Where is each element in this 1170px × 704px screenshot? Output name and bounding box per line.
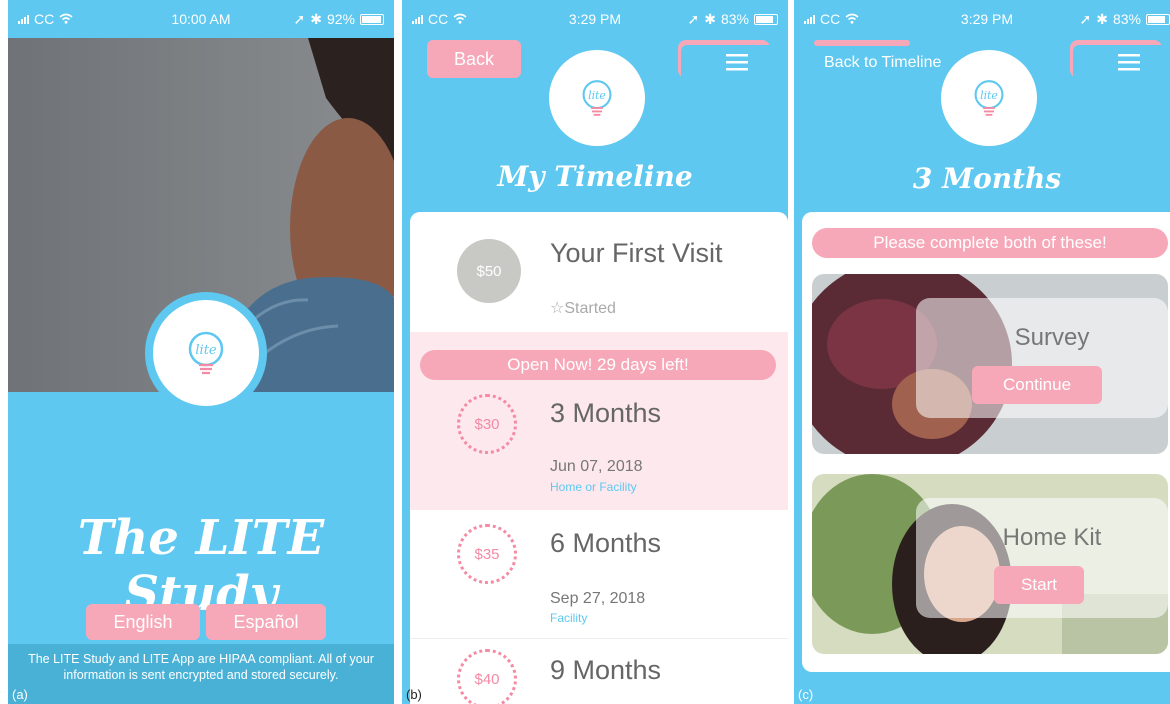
signal-icon (804, 14, 815, 24)
battery-percent: 83% (720, 11, 749, 27)
status-bar: CC 3:29 PM ➚ ✱ 83% (402, 0, 788, 38)
continue-button[interactable]: Continue (972, 366, 1102, 404)
battery-icon (1145, 13, 1170, 25)
clock: 10:00 AM (171, 11, 231, 27)
timeline-item-first-visit[interactable]: $50 Your First Visit ☆Started (410, 212, 788, 332)
checkpoint-screen: CC 3:29 PM ➚ ✱ 83% lite Back to Timeline… (794, 0, 1170, 704)
lite-logo: lite (549, 50, 645, 146)
home-kit-task-card[interactable]: Home Kit Start (812, 474, 1168, 654)
survey-task-card[interactable]: Survey Continue (812, 274, 1168, 454)
app-title: The LITE Study (77, 510, 325, 622)
status-bar: CC 3:29 PM ➚ ✱ 83% (794, 0, 1170, 38)
lite-logo: lite (941, 50, 1037, 146)
battery-icon (359, 13, 384, 25)
lightbulb-icon: lite (974, 80, 1004, 116)
bluetooth-icon: ✱ (1096, 10, 1108, 27)
menu-button[interactable] (678, 40, 770, 78)
carrier-label: CC (34, 11, 55, 27)
back-to-timeline-button[interactable]: Back to Timeline (824, 54, 941, 72)
battery-percent: 92% (326, 11, 355, 27)
home-kit-title: Home Kit (1002, 524, 1102, 551)
logo-wordmark: lite (588, 89, 606, 102)
lightbulb-icon: lite (582, 80, 612, 116)
item-title: Your First Visit (550, 238, 723, 268)
item-location: Home or Facility (550, 480, 637, 494)
clock: 3:29 PM (960, 11, 1014, 27)
task-list: Please complete both of these! Survey Co… (802, 212, 1170, 672)
location-icon: ➚ (687, 10, 700, 27)
item-status: ☆Started (550, 300, 616, 317)
signal-icon (18, 14, 29, 24)
open-now-banner: Open Now! 29 days left! (420, 350, 776, 380)
wifi-icon (845, 11, 859, 27)
clock: 3:29 PM (568, 11, 622, 27)
language-screen: CC 10:00 AM ➚ ✱ 92% lite The LITE Study … (8, 0, 394, 704)
hipaa-disclaimer: The LITE Study and LITE App are HIPAA co… (8, 644, 394, 704)
wifi-icon (59, 11, 73, 27)
signal-icon (412, 14, 423, 24)
logo-wordmark: lite (195, 343, 217, 358)
hamburger-icon (726, 54, 748, 71)
item-date: Sep 27, 2018 (550, 590, 646, 607)
carrier-label: CC (820, 11, 841, 27)
lite-logo: lite (145, 292, 267, 414)
reward-coin: $35 (457, 524, 517, 584)
page-title: My Timeline (497, 160, 693, 193)
carrier-label: CC (428, 11, 449, 27)
menu-button[interactable] (1070, 40, 1162, 78)
timeline-item-9-months[interactable]: $40 9 Months (410, 639, 788, 704)
timeline-item-3-months[interactable]: Open Now! 29 days left! $30 3 Months Jun… (410, 332, 788, 510)
survey-title: Survey (1014, 324, 1090, 351)
battery-icon (753, 13, 778, 25)
item-location: Facility (550, 611, 588, 625)
reward-coin: $40 (457, 649, 517, 704)
location-icon: ➚ (1079, 10, 1092, 27)
reward-coin: $30 (457, 394, 517, 454)
location-icon: ➚ (293, 10, 306, 27)
start-button[interactable]: Start (994, 566, 1084, 604)
panel-label: (c) (798, 687, 814, 702)
item-title: 9 Months (550, 655, 662, 685)
english-button[interactable]: English (86, 604, 200, 640)
espanol-button[interactable]: Español (206, 604, 326, 640)
bluetooth-icon: ✱ (310, 10, 322, 27)
timeline-list: $50 Your First Visit ☆Started Open Now! … (410, 212, 788, 704)
panel-label: (a) (12, 687, 28, 702)
timeline-screen: CC 3:29 PM ➚ ✱ 83% Back lite My Timeline (402, 0, 788, 704)
instruction-banner: Please complete both of these! (812, 228, 1168, 258)
page-title: 3 Months (912, 162, 1062, 195)
back-button[interactable]: Back (427, 40, 521, 78)
reward-coin: $50 (457, 239, 521, 303)
back-button-edge (814, 40, 910, 46)
status-bar: CC 10:00 AM ➚ ✱ 92% (8, 0, 394, 38)
battery-percent: 83% (1112, 11, 1141, 27)
item-title: 6 Months (550, 528, 662, 558)
panel-label: (b) (406, 687, 422, 702)
item-date: Jun 07, 2018 (550, 458, 643, 475)
logo-wordmark: lite (980, 89, 998, 102)
lightbulb-icon: lite (188, 331, 224, 375)
timeline-item-6-months[interactable]: $35 6 Months Sep 27, 2018 Facility (410, 510, 788, 638)
bluetooth-icon: ✱ (704, 10, 716, 27)
wifi-icon (453, 11, 467, 27)
hamburger-icon (1118, 54, 1140, 71)
item-title: 3 Months (550, 398, 662, 428)
